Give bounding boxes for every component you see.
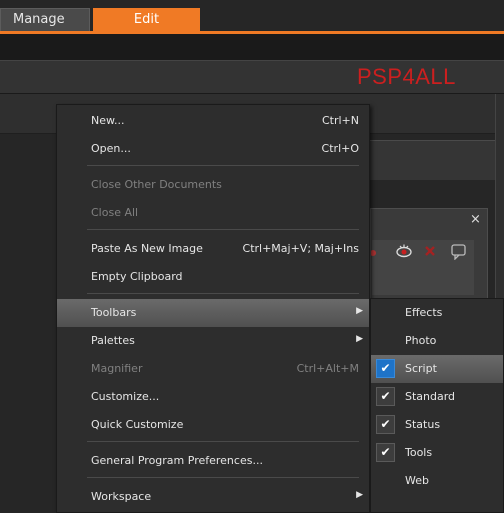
submenu-item-label: Status bbox=[405, 418, 441, 431]
menu-item-general-program-preferences[interactable]: General Program Preferences... bbox=[57, 447, 369, 475]
menu-item-label: Palettes bbox=[91, 334, 135, 347]
submenu-item-photo[interactable]: Photo bbox=[371, 327, 503, 355]
submenu-item-status[interactable]: ✔ Status bbox=[371, 411, 503, 439]
menu-item-magnifier[interactable]: Magnifier Ctrl+Alt+M bbox=[57, 355, 369, 383]
submenu-arrow-icon: ▶ bbox=[356, 490, 363, 500]
submenu-item-tools[interactable]: ✔ Tools bbox=[371, 439, 503, 467]
view-menu: New... Ctrl+N Open... Ctrl+O Close Other… bbox=[56, 104, 370, 513]
menu-item-quick-customize[interactable]: Quick Customize bbox=[57, 411, 369, 439]
submenu-item-label: Script bbox=[405, 362, 437, 375]
submenu-item-label: Standard bbox=[405, 390, 456, 403]
menu-item-toolbars[interactable]: Toolbars ▶ bbox=[57, 299, 369, 327]
menu-item-customize[interactable]: Customize... bbox=[57, 383, 369, 411]
delete-icon[interactable] bbox=[423, 244, 437, 262]
tab-edit[interactable]: Edit bbox=[93, 8, 200, 32]
menu-item-close-other-documents[interactable]: Close Other Documents bbox=[57, 171, 369, 199]
menu-separator bbox=[87, 293, 359, 294]
tab-manage[interactable]: Manage bbox=[0, 8, 90, 32]
menu-item-shortcut: Ctrl+Maj+V; Maj+Ins bbox=[242, 242, 359, 255]
check-icon: ✔ bbox=[376, 387, 395, 406]
menu-item-shortcut: Ctrl+N bbox=[321, 114, 359, 127]
submenu-item-web[interactable]: Web bbox=[371, 467, 503, 495]
menu-item-label: Close Other Documents bbox=[91, 178, 222, 191]
menu-item-label: New... bbox=[91, 114, 125, 127]
check-icon: ✔ bbox=[376, 443, 395, 462]
submenu-arrow-icon: ▶ bbox=[356, 306, 363, 316]
menu-item-label: Toolbars bbox=[91, 306, 137, 319]
menu-item-label: Paste As New Image bbox=[91, 242, 203, 255]
menu-item-palettes[interactable]: Palettes ▶ bbox=[57, 327, 369, 355]
menu-item-label: Magnifier bbox=[91, 362, 143, 375]
comment-icon[interactable] bbox=[450, 244, 468, 264]
submenu-arrow-icon: ▶ bbox=[356, 334, 363, 344]
red-eye-icon[interactable] bbox=[396, 244, 412, 262]
submenu-item-effects[interactable]: Effects bbox=[371, 299, 503, 327]
submenu-item-label: Web bbox=[405, 474, 429, 487]
submenu-item-script[interactable]: ✔ Script bbox=[371, 355, 503, 383]
menu-item-label: General Program Preferences... bbox=[91, 454, 263, 467]
submenu-item-standard[interactable]: ✔ Standard bbox=[371, 383, 503, 411]
menu-item-shortcut: Ctrl+Alt+M bbox=[296, 362, 359, 375]
fragment-icon bbox=[370, 244, 379, 262]
toolbar-strip bbox=[370, 140, 496, 180]
toolbars-submenu: Effects Photo ✔ Script ✔ Standard ✔ Stat… bbox=[370, 298, 504, 513]
menu-item-empty-clipboard[interactable]: Empty Clipboard bbox=[57, 263, 369, 291]
submenu-item-label: Tools bbox=[405, 446, 433, 459]
menu-item-label: Customize... bbox=[91, 390, 160, 403]
menu-item-close-all[interactable]: Close All bbox=[57, 199, 369, 227]
menu-item-label: Quick Customize bbox=[91, 418, 184, 431]
menu-separator bbox=[87, 477, 359, 478]
menu-item-open[interactable]: Open... Ctrl+O bbox=[57, 135, 369, 163]
menu-bar bbox=[0, 34, 504, 60]
menu-item-paste-as-new-image[interactable]: Paste As New Image Ctrl+Maj+V; Maj+Ins bbox=[57, 235, 369, 263]
menu-item-shortcut: Ctrl+O bbox=[321, 142, 359, 155]
menu-separator bbox=[87, 441, 359, 442]
menu-item-label: Empty Clipboard bbox=[91, 270, 183, 283]
submenu-item-label: Photo bbox=[405, 334, 437, 347]
menu-item-label: Open... bbox=[91, 142, 131, 155]
submenu-item-label: Effects bbox=[405, 306, 443, 319]
menu-separator bbox=[87, 165, 359, 166]
menu-item-label: Workspace bbox=[91, 490, 152, 503]
palette-close-button[interactable]: × bbox=[470, 212, 481, 227]
check-icon: ✔ bbox=[376, 415, 395, 434]
menu-separator bbox=[87, 229, 359, 230]
watermark-text: PSP4ALL bbox=[357, 64, 456, 89]
check-icon: ✔ bbox=[376, 359, 395, 378]
menu-item-new[interactable]: New... Ctrl+N bbox=[57, 107, 369, 135]
menu-item-label: Close All bbox=[91, 206, 139, 219]
menu-item-workspace[interactable]: Workspace ▶ bbox=[57, 483, 369, 511]
